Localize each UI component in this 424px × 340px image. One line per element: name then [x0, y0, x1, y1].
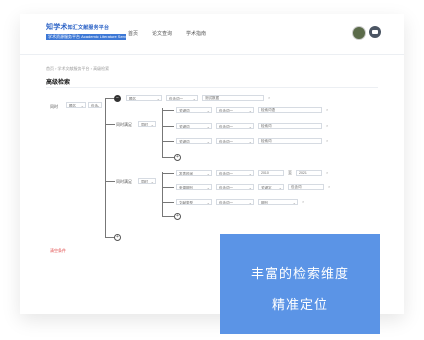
group1-row1-field-select[interactable]: 关键词 ⌄: [176, 107, 212, 113]
clear-icon[interactable]: ×: [326, 107, 328, 112]
root-op-select[interactable]: 包含 ⌄: [88, 102, 102, 108]
group2-row3-value-select[interactable]: 期刊 ⌄: [258, 199, 298, 205]
nav-guide[interactable]: 学术指南: [186, 30, 206, 37]
tree-line: [162, 141, 174, 142]
group2-row1-field-select[interactable]: 发表时间 ⌄: [176, 170, 212, 176]
group1-row3-field-select[interactable]: 关键词 ⌄: [176, 138, 212, 144]
remove-condition-icon[interactable]: −: [114, 95, 121, 102]
date-to-input[interactable]: 2021: [296, 170, 322, 176]
clear-icon[interactable]: ×: [326, 123, 328, 128]
tree-line: [162, 157, 174, 158]
to-label: 至: [288, 170, 292, 175]
group1-row1-match-select[interactable]: 包含词一 ⌄: [216, 107, 254, 113]
add-condition-icon[interactable]: +: [174, 154, 181, 161]
date-from-input[interactable]: 2010: [258, 170, 284, 176]
promo-line2: 精准定位: [271, 297, 328, 312]
group2-row2-extra-input[interactable]: 包含词: [288, 184, 324, 190]
clear-icon[interactable]: ×: [268, 95, 270, 100]
first-field-select[interactable]: 题名 ⌄: [126, 95, 162, 101]
clear-icon[interactable]: ×: [328, 184, 330, 189]
clear-icon[interactable]: ×: [302, 199, 304, 204]
tree-line: [105, 181, 115, 182]
root-relation-label: 同时: [50, 104, 58, 109]
clear-icon[interactable]: ×: [326, 138, 328, 143]
group2-row3-field-select[interactable]: 文献类型 ⌄: [176, 199, 212, 205]
promo-banner: 丰富的检索维度 精准定位: [220, 234, 380, 334]
group1-row1-value-input[interactable]: 检索词语: [258, 107, 322, 113]
tree-line: [162, 187, 174, 188]
tree-line-root: [105, 98, 106, 237]
add-condition-icon[interactable]: +: [174, 213, 181, 220]
top-bar: 知学术知汇文献服务平台 学术资源服务平台 Academic Literature…: [20, 14, 404, 55]
first-match-select[interactable]: 包含词一 ⌄: [166, 95, 198, 101]
nav-home[interactable]: 首页: [128, 30, 138, 37]
divider: [46, 87, 378, 88]
logo-subtitle: 学术资源服务平台 Academic Literature Service: [46, 34, 126, 40]
group2-relation-select[interactable]: 同时 ⌄: [138, 178, 156, 184]
clear-icon[interactable]: ×: [326, 170, 328, 175]
tree-line: [162, 173, 174, 174]
group1-row2-match-select[interactable]: 包含词一 ⌄: [216, 123, 254, 129]
user-avatar[interactable]: [352, 26, 366, 40]
clear-conditions-link[interactable]: 清空条件: [50, 248, 66, 254]
group1-label: 同时满足: [116, 122, 132, 127]
group2-row1-match-select[interactable]: 包含词一 ⌄: [216, 170, 254, 176]
group2-row2-value-select[interactable]: 关键字 ⌄: [258, 184, 284, 190]
group1-row3-value-input[interactable]: 检索词: [258, 138, 322, 144]
group1-row3-match-select[interactable]: 包含词一 ⌄: [216, 138, 254, 144]
message-icon[interactable]: [369, 26, 381, 38]
tree-line: [162, 216, 174, 217]
logo-main: 知学术: [46, 24, 68, 31]
first-value-input[interactable]: 测试数据: [202, 95, 264, 101]
tree-line: [162, 202, 174, 203]
group1-row2-field-select[interactable]: 关键词 ⌄: [176, 123, 212, 129]
tree-line: [162, 110, 174, 111]
logo[interactable]: 知学术知汇文献服务平台 学术资源服务平台 Academic Literature…: [46, 22, 126, 40]
breadcrumb: 首页 › 学术文献服务平台 › 高级检索: [46, 66, 110, 71]
nav-paper-search[interactable]: 论文查询: [152, 30, 172, 37]
group1-row2-value-input[interactable]: 检索词: [258, 123, 322, 129]
tree-line: [162, 126, 174, 127]
logo-suffix: 知汇文献服务平台: [67, 25, 110, 31]
tree-line: [105, 124, 115, 125]
page-title: 高级检索: [46, 80, 71, 86]
group2-label: 同时满足: [116, 179, 132, 184]
root-field-select[interactable]: 题名 ⌄: [66, 102, 86, 108]
promo-line1: 丰富的检索维度: [250, 266, 349, 281]
tree-line-group1: [162, 108, 163, 158]
add-group-icon[interactable]: +: [114, 234, 121, 241]
group1-relation-select[interactable]: 同时 ⌄: [138, 121, 156, 127]
tree-line-group2: [162, 172, 163, 216]
group2-row2-match-select[interactable]: 包含词一 ⌄: [216, 184, 254, 190]
group2-row2-field-select[interactable]: 来源期刊 ⌄: [176, 184, 212, 190]
group2-row3-match-select[interactable]: 包含词一 ⌄: [216, 199, 254, 205]
